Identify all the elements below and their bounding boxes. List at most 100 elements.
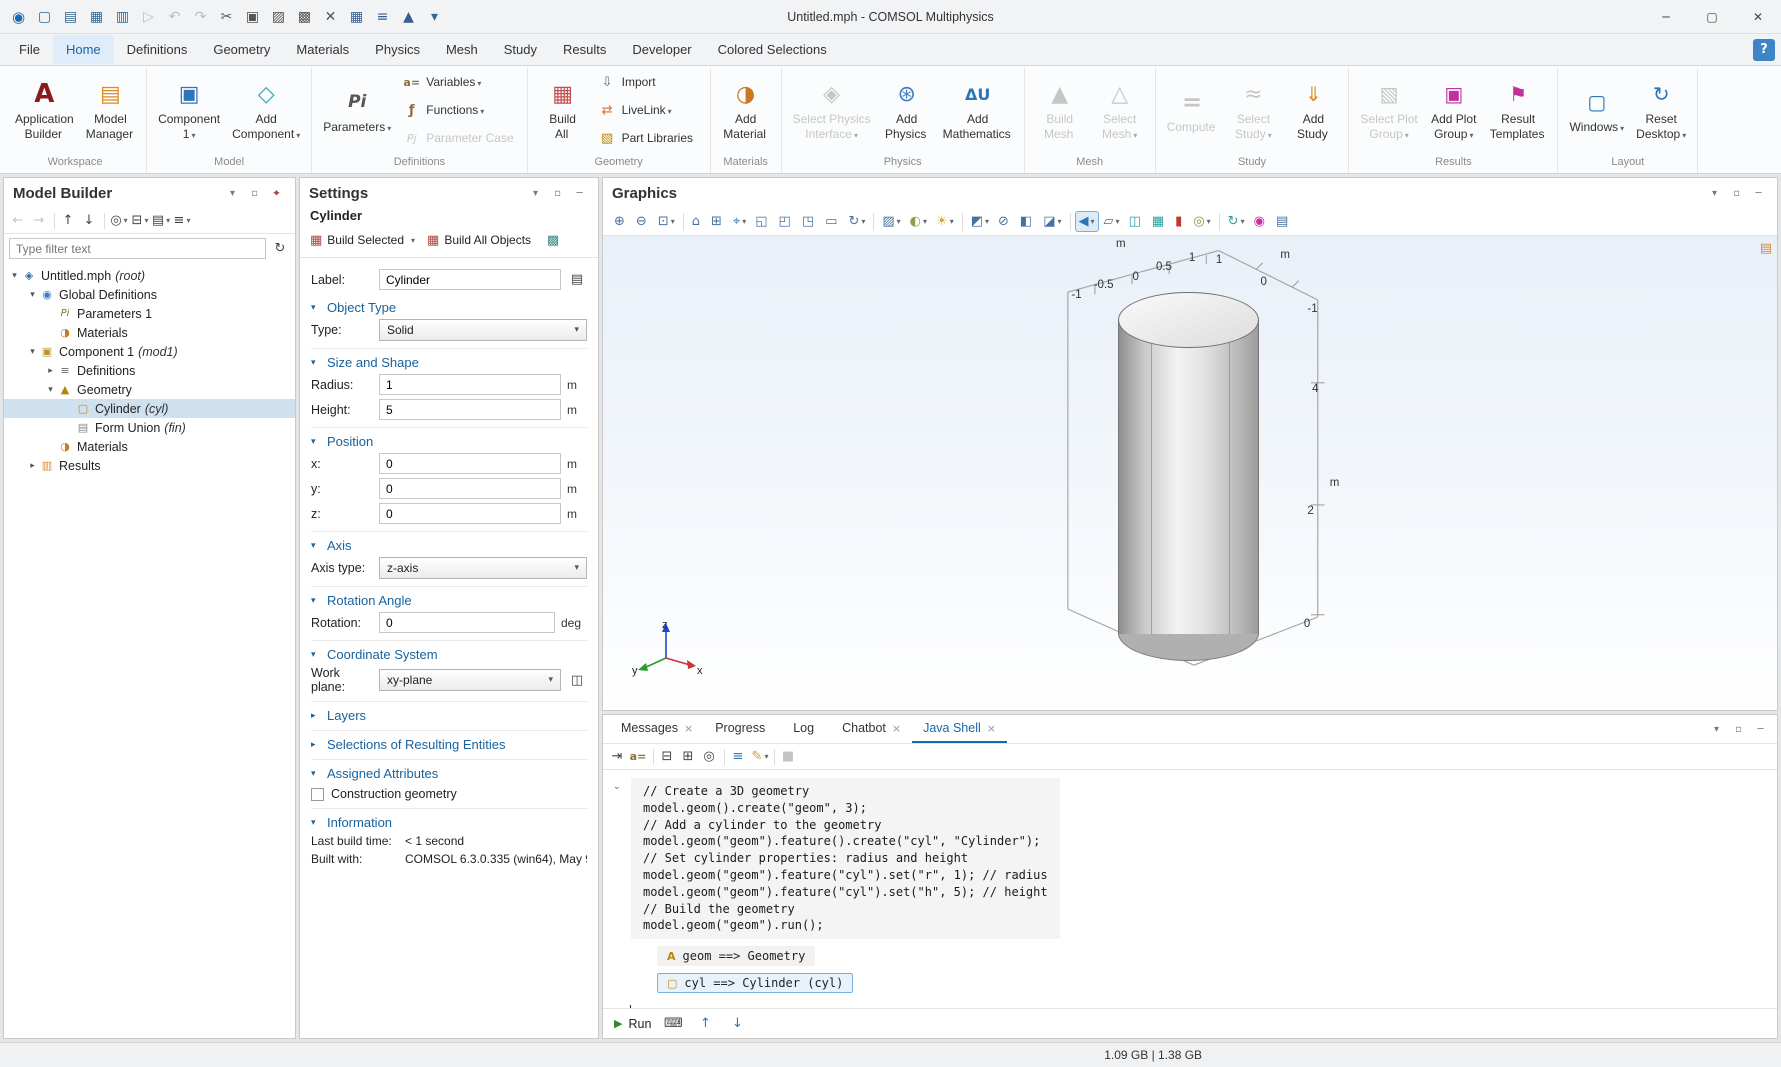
- show-icon[interactable]: ◎: [700, 747, 720, 767]
- rotate-view-icon[interactable]: ↻▾: [844, 211, 869, 232]
- java-shell-console[interactable]: ⌄ // Create a 3D geometry model.geom().c…: [603, 770, 1777, 1008]
- work-plane-action-button[interactable]: ◫: [567, 670, 587, 690]
- view-menu-icon[interactable]: ≡▾: [172, 211, 192, 231]
- tab-colored-selections[interactable]: Colored Selections: [705, 35, 840, 64]
- separator[interactable]: [724, 749, 725, 765]
- expander-icon[interactable]: ▸: [26, 461, 39, 471]
- move-down-icon[interactable]: ↓: [80, 211, 100, 231]
- parameter-case-button[interactable]: Pj Parameter Case: [397, 124, 521, 152]
- go-back-icon[interactable]: ←: [9, 211, 29, 231]
- plot-window-icon[interactable]: ▤: [1760, 241, 1772, 256]
- tab-log[interactable]: Log: [782, 715, 831, 743]
- tab-java-shell[interactable]: Java Shell×: [912, 715, 1007, 743]
- prompt-row[interactable]: >: [617, 1005, 1765, 1008]
- orientation-icon[interactable]: ⌖▾: [729, 211, 750, 232]
- expander-icon[interactable]: ▸: [44, 366, 57, 376]
- expander-icon[interactable]: ▾: [44, 385, 57, 395]
- part-libraries-button[interactable]: ▧ Part Libraries: [593, 124, 705, 152]
- section-header-object-type[interactable]: ▾Object Type: [311, 300, 587, 315]
- separator[interactable]: [683, 213, 684, 231]
- tree-item-materials-global[interactable]: ◑ Materials: [4, 323, 295, 342]
- tree-item-component-1[interactable]: ▾ ▣ Component 1 (mod1): [4, 342, 295, 361]
- image-snapshot-icon[interactable]: ◉: [1250, 211, 1271, 232]
- appearance-icon[interactable]: ▨▾: [878, 211, 904, 232]
- model-builder-menu-icon[interactable]: ▾: [223, 184, 242, 203]
- expander-icon[interactable]: ▾: [8, 271, 21, 281]
- filter-input[interactable]: [9, 238, 266, 259]
- close-tab-icon[interactable]: ×: [892, 722, 901, 735]
- tab-file[interactable]: File: [6, 35, 53, 64]
- console-menu-icon[interactable]: ▾: [1707, 720, 1726, 739]
- separator[interactable]: [1219, 213, 1220, 231]
- cylinder-geometry[interactable]: [1118, 320, 1259, 634]
- livelink-button[interactable]: ⇄ LiveLink▾: [593, 96, 705, 124]
- scene-light-icon[interactable]: ☀▾: [932, 211, 958, 232]
- copy-icon[interactable]: ▣: [240, 5, 265, 29]
- float-panel-icon[interactable]: ▫: [1729, 720, 1748, 739]
- build-all-objects-button[interactable]: ▦ Build All Objects: [427, 233, 531, 248]
- tree-item-parameters-1[interactable]: Pi Parameters 1: [4, 304, 295, 323]
- transparency-icon[interactable]: ◧: [1016, 211, 1038, 232]
- save-to-model-manager-icon[interactable]: ▥: [110, 5, 135, 29]
- comsol-logo-icon[interactable]: ◉: [6, 5, 31, 29]
- split-view-icon[interactable]: ◫: [1125, 211, 1147, 232]
- cut-icon[interactable]: ✂: [214, 5, 239, 29]
- import-button[interactable]: ⇩ Import: [593, 68, 705, 96]
- functions-button[interactable]: ƒ Functions▾: [397, 96, 521, 124]
- model-manager-button[interactable]: ▤ Model Manager: [80, 68, 141, 152]
- compute-button[interactable]: = Compute: [1161, 68, 1224, 152]
- undo-icon[interactable]: ↶: [162, 5, 187, 29]
- close-icon[interactable]: ✕: [1735, 0, 1781, 33]
- build-selected-button[interactable]: ▦ Build Selected ▾: [310, 233, 415, 248]
- float-panel-icon[interactable]: ▫: [548, 184, 567, 203]
- tab-messages[interactable]: Messages×: [610, 715, 704, 743]
- graphics-menu-icon[interactable]: ▾: [1705, 184, 1724, 203]
- selection-icon[interactable]: ◩▾: [967, 211, 993, 232]
- clip-icon[interactable]: ◪▾: [1039, 211, 1065, 232]
- tab-geometry[interactable]: Geometry: [200, 35, 283, 64]
- view-xy-icon[interactable]: ◱: [751, 211, 773, 232]
- separator[interactable]: [774, 749, 775, 765]
- separator[interactable]: [873, 213, 874, 231]
- result-cyl[interactable]: ▢ cyl ==> Cylinder (cyl): [657, 973, 853, 993]
- pin-icon[interactable]: ⌖: [267, 184, 286, 203]
- history-previous-icon[interactable]: ↑: [695, 1014, 715, 1034]
- section-header-position[interactable]: ▾Position: [311, 434, 587, 449]
- section-header-selections[interactable]: ▸Selections of Resulting Entities: [311, 737, 587, 752]
- separator[interactable]: [962, 213, 963, 231]
- build-all-icon[interactable]: ▦: [344, 5, 369, 29]
- tab-chatbot[interactable]: Chatbot×: [831, 715, 912, 743]
- select-mesh-button[interactable]: △ Select Mesh▾: [1090, 68, 1150, 152]
- result-geom[interactable]: A geom ==> Geometry: [657, 946, 815, 966]
- build-all-button[interactable]: ▦ Build All: [533, 68, 593, 152]
- tab-study[interactable]: Study: [491, 35, 550, 64]
- section-header-assigned-attributes[interactable]: ▾Assigned Attributes: [311, 766, 587, 781]
- zoom-out-icon[interactable]: ⊖: [632, 211, 653, 232]
- variables-button[interactable]: a= Variables▾: [397, 68, 521, 96]
- model-tree-nodes-icon[interactable]: ▤▾: [151, 211, 171, 231]
- refresh-icon[interactable]: ↻: [270, 239, 290, 259]
- tab-definitions[interactable]: Definitions: [114, 35, 201, 64]
- radius-input[interactable]: [379, 374, 561, 395]
- close-panel-icon[interactable]: ─: [570, 184, 589, 203]
- tree-item-results[interactable]: ▸ ▥ Results: [4, 456, 295, 475]
- height-input[interactable]: [379, 399, 561, 420]
- separator[interactable]: [1070, 213, 1071, 231]
- graphics-canvas[interactable]: m0.5110-0.5-1m0-14m20 z y x ▤: [603, 236, 1777, 710]
- tree-item-materials-component[interactable]: ◑ Materials: [4, 437, 295, 456]
- help-button[interactable]: ?: [1753, 39, 1775, 61]
- geometry-insert-icon[interactable]: ▩: [543, 230, 563, 250]
- delete-icon[interactable]: ✕: [318, 5, 343, 29]
- expand-all-icon[interactable]: ⊞: [679, 747, 699, 767]
- history-next-icon[interactable]: ↓: [727, 1014, 747, 1034]
- rotation-input[interactable]: [379, 612, 555, 633]
- zoom-in-icon[interactable]: ⊕: [610, 211, 631, 232]
- tree-item-definitions[interactable]: ▸ ≡ Definitions: [4, 361, 295, 380]
- expander-icon[interactable]: ▾: [26, 347, 39, 357]
- table-icon[interactable]: ▦: [1148, 211, 1170, 232]
- show-options-icon[interactable]: ◎▾: [109, 211, 129, 231]
- float-panel-icon[interactable]: ▫: [245, 184, 264, 203]
- compute-icon[interactable]: ≡: [370, 5, 395, 29]
- camera-movie-icon[interactable]: ▭: [821, 211, 843, 232]
- tab-results[interactable]: Results: [550, 35, 619, 64]
